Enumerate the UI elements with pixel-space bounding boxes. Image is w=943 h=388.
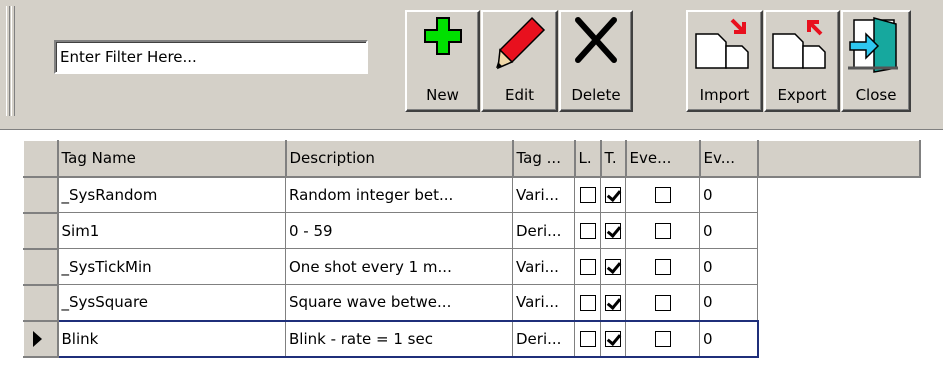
toolbar-grip[interactable] (11, 6, 15, 116)
toolbar-grip[interactable] (6, 6, 10, 116)
cell-tag-name[interactable]: Sim1 (57, 212, 286, 249)
column-header-t[interactable]: T. (600, 140, 627, 178)
cell-tag-type[interactable]: Deri... (512, 212, 575, 249)
cell-ev[interactable]: 0 (699, 248, 758, 285)
header-row: Tag Name Description Tag ... L. T. Eve..… (23, 140, 921, 178)
export-button-label: Export (777, 86, 827, 104)
eve-checkbox[interactable] (654, 187, 671, 204)
cell-t[interactable] (600, 176, 626, 213)
cell-tag-name[interactable]: Blink (57, 319, 286, 358)
cell-tag-type[interactable]: Vari... (512, 176, 575, 213)
close-button-label: Close (855, 86, 897, 104)
t-checkbox[interactable] (605, 223, 621, 239)
t-checkbox[interactable] (605, 294, 621, 311)
tag-table: Tag Name Description Tag ... L. T. Eve..… (23, 140, 921, 358)
cell-tag-name[interactable]: _SysTickMin (57, 248, 286, 285)
eve-checkbox[interactable] (654, 331, 671, 347)
edit-button[interactable]: Edit (481, 10, 558, 112)
row-selector[interactable] (23, 176, 59, 214)
cell-l[interactable] (574, 176, 601, 213)
x-icon (575, 17, 617, 63)
row-selector[interactable] (23, 284, 59, 322)
row-selector-header[interactable] (23, 140, 59, 178)
l-checkbox[interactable] (579, 223, 596, 239)
table-row[interactable]: _SysTickMin One shot every 1 m... Vari... 0 (23, 248, 920, 286)
cell-l[interactable] (574, 248, 601, 285)
cell-l[interactable] (574, 319, 601, 358)
row-selector[interactable] (23, 248, 59, 286)
new-button[interactable]: New (405, 10, 480, 112)
table-row[interactable]: _SysRandom Random integer bet... Vari... 0 (23, 176, 920, 214)
cell-t[interactable] (600, 248, 626, 285)
t-checkbox[interactable] (605, 187, 621, 204)
cell-eve[interactable] (625, 319, 700, 358)
cell-ev[interactable]: 0 (699, 319, 759, 358)
table-row[interactable]: _SysSquare Square wave betwe... Vari... 0 (23, 284, 920, 322)
column-header-ev[interactable]: Ev... (699, 140, 759, 178)
cell-tag-type[interactable]: Deri... (512, 319, 575, 358)
pencil-icon (495, 16, 545, 70)
row-selector[interactable] (23, 320, 59, 358)
t-checkbox[interactable] (605, 331, 621, 347)
eve-checkbox[interactable] (654, 259, 671, 275)
cell-ev[interactable]: 0 (699, 176, 758, 213)
cell-eve[interactable] (625, 284, 700, 321)
table-row[interactable]: Blink Blink - rate = 1 sec Deri... 0 (23, 319, 920, 358)
plus-icon (423, 17, 462, 55)
door-icon (848, 17, 898, 73)
cell-eve[interactable] (625, 248, 700, 285)
l-checkbox[interactable] (579, 331, 596, 347)
column-header-description[interactable]: Description (285, 140, 514, 178)
cell-ev[interactable]: 0 (699, 212, 758, 249)
cell-ev[interactable]: 0 (699, 284, 758, 321)
cell-description[interactable]: One shot every 1 m... (285, 248, 513, 285)
l-checkbox[interactable] (579, 259, 596, 275)
cell-description[interactable]: Blink - rate = 1 sec (285, 319, 513, 358)
close-button[interactable]: Close (841, 10, 911, 112)
import-icon (694, 18, 749, 69)
column-header-tag-type[interactable]: Tag ... (512, 140, 576, 178)
tag-grid: Tag Name Description Tag ... L. T. Eve..… (0, 129, 943, 388)
cell-description[interactable]: 0 - 59 (285, 212, 513, 249)
t-checkbox[interactable] (605, 259, 621, 275)
column-header-l[interactable]: L. (574, 140, 602, 178)
cell-description[interactable]: Square wave betwe... (285, 284, 513, 321)
grid-body: _SysRandom Random integer bet... Vari... 0 S… (23, 176, 920, 358)
cell-t[interactable] (600, 319, 626, 358)
delete-button-label: Delete (571, 86, 621, 104)
import-button-label: Import (699, 86, 750, 104)
column-header-tag-name[interactable]: Tag Name (57, 140, 287, 178)
filter-input[interactable] (54, 40, 368, 74)
eve-checkbox[interactable] (654, 223, 671, 239)
row-selector[interactable] (23, 212, 59, 250)
edit-button-label: Edit (504, 86, 535, 104)
cell-l[interactable] (574, 212, 601, 249)
cell-tag-type[interactable]: Vari... (512, 248, 575, 285)
table-row[interactable]: Sim1 0 - 59 Deri... 0 (23, 212, 920, 250)
cell-tag-type[interactable]: Vari... (512, 284, 575, 321)
cell-tag-name[interactable]: _SysRandom (57, 176, 286, 213)
l-checkbox[interactable] (579, 187, 596, 204)
export-icon (772, 20, 826, 69)
cell-eve[interactable] (625, 212, 700, 249)
column-header-filler (757, 140, 921, 178)
column-header-eve[interactable]: Eve... (625, 140, 701, 178)
eve-checkbox[interactable] (654, 294, 671, 311)
toolbar: New Edit Delete Import Export (0, 0, 943, 129)
import-button[interactable]: Import (686, 10, 763, 112)
delete-button[interactable]: Delete (559, 10, 633, 112)
new-button-label: New (426, 86, 459, 104)
cell-l[interactable] (574, 284, 601, 321)
cell-tag-name[interactable]: _SysSquare (57, 284, 286, 321)
l-checkbox[interactable] (579, 294, 596, 311)
cell-t[interactable] (600, 284, 626, 321)
cell-t[interactable] (600, 212, 626, 249)
current-row-arrow-icon (33, 331, 42, 347)
cell-description[interactable]: Random integer bet... (285, 176, 513, 213)
export-button[interactable]: Export (764, 10, 840, 112)
cell-eve[interactable] (625, 176, 700, 213)
